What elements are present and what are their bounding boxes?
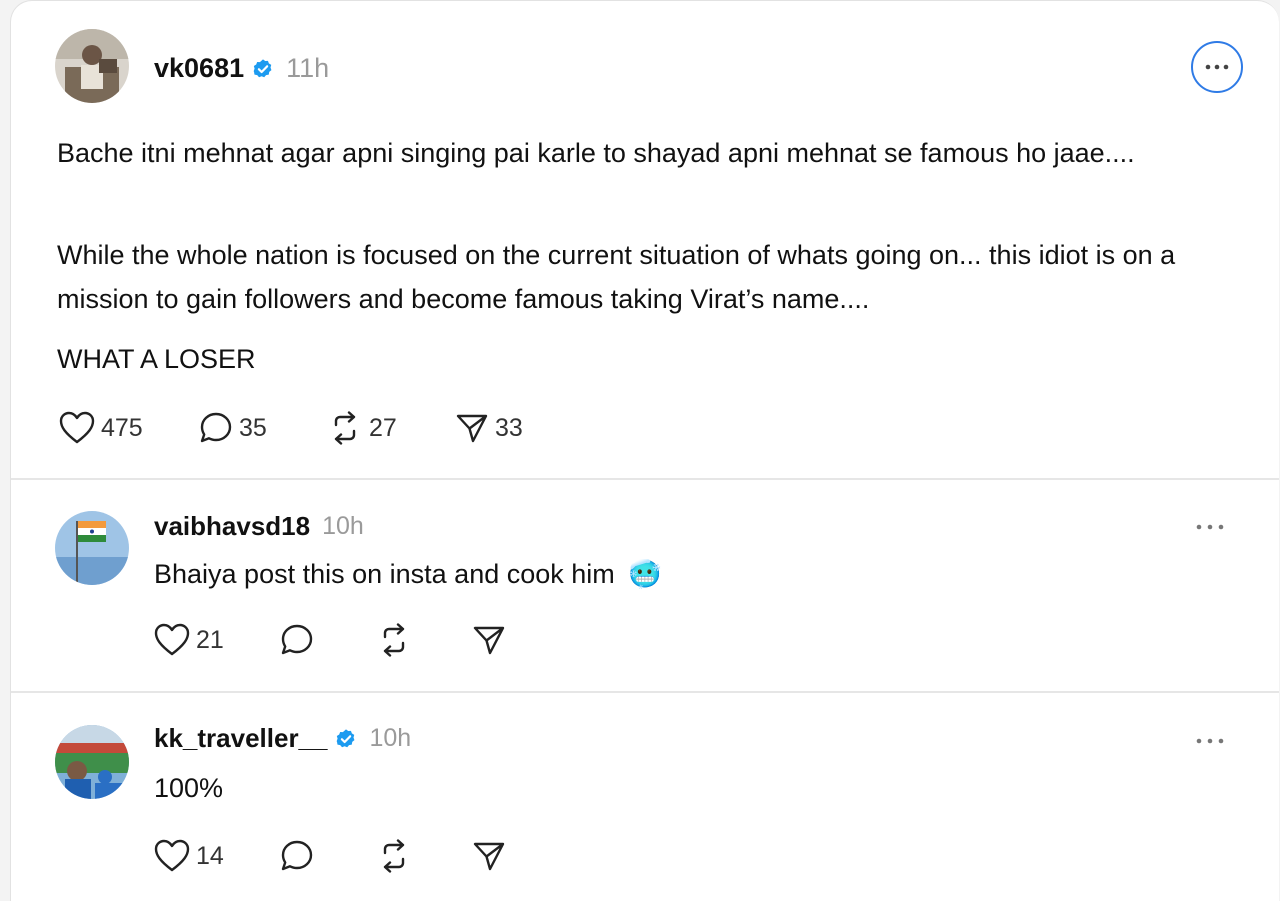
repost-icon xyxy=(334,411,356,445)
reply-header: kk_traveller__ 10h xyxy=(154,723,411,754)
post-header: vk0681 11h xyxy=(154,53,329,84)
repost-count: 27 xyxy=(369,413,397,442)
reply-icon xyxy=(281,840,313,871)
reply-item: kk_traveller__ 10h 100% 14 xyxy=(11,693,1279,901)
reply-icon xyxy=(281,624,313,655)
like-button[interactable]: 21 xyxy=(154,623,280,657)
repost-icon xyxy=(383,839,405,873)
divider xyxy=(11,478,1279,480)
main-post: vk0681 11h Bache itni mehnat agar apni s… xyxy=(11,1,1279,479)
avatar-image xyxy=(55,29,129,103)
reply-text-content: Bhaiya post this on insta and cook him xyxy=(154,559,615,589)
cold-face-emoji: 🥶 xyxy=(628,559,662,589)
share-icon xyxy=(473,626,505,655)
like-button[interactable]: 475 xyxy=(59,411,199,445)
more-icon[interactable] xyxy=(1195,737,1225,745)
reply-button[interactable]: 35 xyxy=(199,411,327,445)
share-button[interactable]: 33 xyxy=(455,412,575,444)
like-count: 21 xyxy=(196,625,224,654)
avatar[interactable] xyxy=(55,511,129,585)
reply-actions: 14 xyxy=(154,839,506,873)
heart-icon xyxy=(154,623,190,656)
reply-count: 35 xyxy=(239,413,267,442)
like-button[interactable]: 14 xyxy=(154,839,280,873)
username[interactable]: vk0681 xyxy=(154,53,244,84)
like-count: 14 xyxy=(196,841,224,870)
avatar[interactable] xyxy=(55,725,129,799)
reply-text: 100% xyxy=(154,773,224,803)
reply-button[interactable] xyxy=(280,839,376,873)
repost-button[interactable] xyxy=(376,623,472,657)
avatar-image xyxy=(55,511,129,585)
post-time: 11h xyxy=(286,53,330,83)
verified-badge-icon xyxy=(335,728,357,750)
share-icon xyxy=(456,414,488,443)
more-icon xyxy=(1205,64,1229,70)
share-button[interactable] xyxy=(472,624,506,656)
heart-icon xyxy=(59,411,95,444)
repost-button[interactable]: 27 xyxy=(327,411,455,445)
username[interactable]: kk_traveller__ xyxy=(154,723,327,754)
reply-time: 10h xyxy=(369,724,412,752)
heart-icon xyxy=(154,839,190,872)
reply-time: 10h xyxy=(322,512,364,540)
post-paragraph-2: While the whole nation is focused on the… xyxy=(57,240,1176,314)
more-icon[interactable] xyxy=(1195,523,1225,531)
avatar-image xyxy=(55,725,129,799)
verified-badge-icon xyxy=(252,58,274,80)
like-count: 475 xyxy=(101,413,143,442)
reply-text: Bhaiya post this on insta and cook him 🥶 xyxy=(154,552,662,596)
post-actions: 475 35 27 33 xyxy=(59,411,575,445)
username[interactable]: vaibhavsd18 xyxy=(154,511,310,542)
share-button[interactable] xyxy=(472,840,506,872)
reply-icon xyxy=(200,412,232,443)
thread-card: vk0681 11h Bache itni mehnat agar apni s… xyxy=(10,0,1279,901)
reply-item: vaibhavsd18 10h Bhaiya post this on inst… xyxy=(11,481,1279,691)
reply-header: vaibhavsd18 10h xyxy=(154,511,364,542)
more-button[interactable] xyxy=(1191,41,1243,93)
share-count: 33 xyxy=(495,413,523,442)
repost-icon xyxy=(383,623,405,657)
post-paragraph-3: WHAT A LOSER xyxy=(57,344,256,374)
share-icon xyxy=(473,842,505,871)
reply-actions: 21 xyxy=(154,623,506,657)
repost-button[interactable] xyxy=(376,839,472,873)
reply-button[interactable] xyxy=(280,623,376,657)
avatar[interactable] xyxy=(55,29,129,103)
post-paragraph-1: Bache itni mehnat agar apni singing pai … xyxy=(57,138,1135,168)
